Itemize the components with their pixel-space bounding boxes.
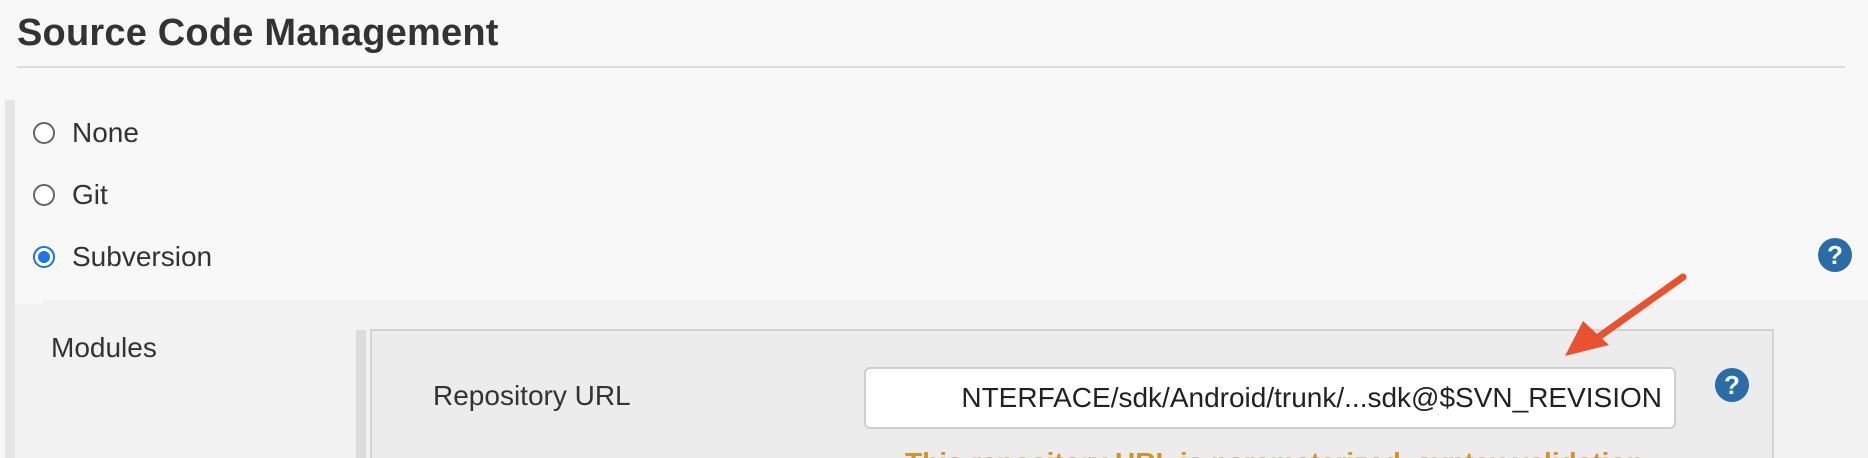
section-left-rail	[5, 100, 15, 458]
scm-option-subversion[interactable]: Subversion	[33, 237, 212, 277]
radio-label-subversion: Subversion	[72, 241, 213, 272]
title-divider	[17, 66, 1845, 68]
modules-label: Modules	[51, 332, 157, 363]
repository-url-input[interactable]	[864, 367, 1676, 429]
scm-option-none[interactable]: None	[33, 113, 139, 153]
repository-url-label: Repository URL	[433, 380, 631, 411]
scm-option-git[interactable]: Git	[33, 175, 108, 215]
radio-git[interactable]	[33, 184, 55, 206]
modules-area-step	[15, 296, 43, 304]
radio-label-git: Git	[72, 179, 108, 210]
help-icon[interactable]: ?	[1818, 238, 1852, 272]
page: Source Code Management None Git Subversi…	[0, 0, 1868, 458]
warning-message: This repository URL is parameterized, sy…	[905, 447, 1644, 458]
module-left-rail	[356, 330, 366, 458]
radio-subversion[interactable]	[33, 246, 55, 268]
radio-none[interactable]	[33, 122, 55, 144]
radio-label-none: None	[72, 117, 139, 148]
help-icon[interactable]: ?	[1715, 368, 1749, 402]
section-title: Source Code Management	[17, 12, 499, 54]
